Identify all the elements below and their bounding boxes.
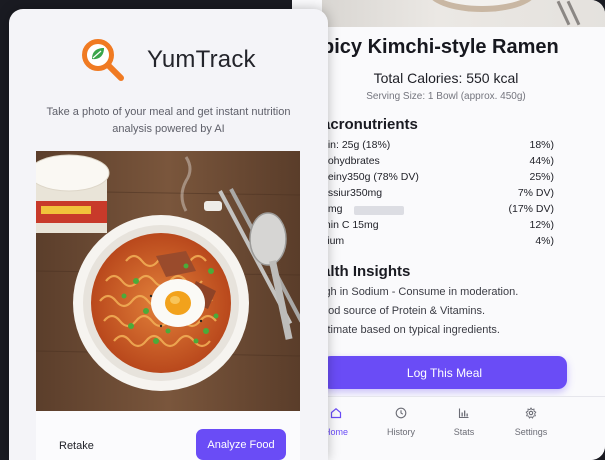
nutrient-row: beiny350g (78% DV) 25%) [322,171,554,187]
nutrient-value: 7% DV) [517,187,554,199]
nav-label: Stats [453,427,475,437]
nav-history[interactable]: History [371,407,431,437]
capture-screen: YumTrack Take a photo of your meal and g… [9,9,328,460]
nutrient-value: 18%) [529,139,554,151]
nutrient-value: 44%) [529,155,554,167]
nav-label: History [386,427,415,437]
bar-chart-icon [458,408,469,419]
nav-stats[interactable]: Stats [434,407,494,437]
nutrient-value: (17% DV) [508,203,554,215]
tagline: Take a photo of your meal and get instan… [46,106,291,135]
nutrient-row: 4mg (17% DV) [322,203,554,219]
meal-photo [36,151,300,411]
nutrient-label: ein: 25g (18%) [322,139,391,151]
insight-item: igh in Sodium - Consume in moderation. [322,286,519,298]
dish-title: picy Kimchi-style Ramen [322,36,559,58]
clock-icon [395,407,407,419]
nutrient-row: cium 4%) [322,235,554,251]
nutrient-label: beiny350g (78% DV) [322,171,419,183]
insight-item: stimate based on typical ingredients. [322,324,500,336]
analyze-food-button[interactable]: Analyze Food [196,429,286,460]
nutrient-label: assiur350mg [322,187,383,199]
nav-settings[interactable]: Settings [501,407,561,437]
log-meal-button[interactable]: Log This Meal [322,356,567,389]
bottom-nav: Home History Stats Settings [292,396,605,460]
nutrient-value: 12%) [529,219,554,231]
nutrient-row: bohydbrates 44%) [322,155,554,171]
nutrient-label: min C 15mg [322,219,379,231]
retake-button[interactable]: Retake [59,440,94,452]
serving-size: Serving Size: 1 Bowl (approx. 450g) [366,91,526,102]
nutrient-row: ein: 25g (18%) 18%) [322,139,554,155]
results-screen: picy Kimchi-style Ramen Total Calories: … [292,0,605,460]
insight-item: ood source of Protein & Vitamins. [322,305,486,317]
nutrient-row: min C 15mg 12%) [322,219,554,235]
health-insights-heading: alth Insights [322,263,411,280]
app-header: YumTrack [79,36,256,84]
magnifier-leaf-logo-icon [79,36,127,84]
nutrient-value: 4%) [535,235,554,247]
capture-actions: Retake Analyze Food [36,411,300,460]
app-brand: YumTrack [147,46,256,73]
nav-label: Settings [514,427,548,437]
loading-placeholder-bar [354,206,404,215]
total-calories: Total Calories: 550 kcal [373,70,519,86]
gear-icon [525,407,537,419]
nutrient-value: 25%) [529,171,554,183]
macronutrients-heading: acronutrients [322,116,418,133]
home-icon [330,408,342,419]
nutrient-label: bohydbrates [322,155,380,167]
nutrient-row: assiur350mg 7% DV) [322,187,554,203]
